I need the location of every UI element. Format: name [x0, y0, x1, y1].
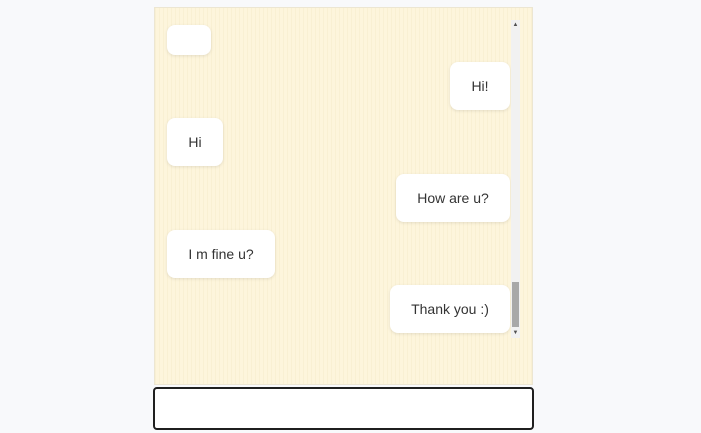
vertical-scrollbar[interactable]: ▲ ▼ — [511, 20, 520, 338]
message-bubble-received: Hi — [167, 118, 223, 166]
scroll-up-icon[interactable]: ▲ — [511, 20, 520, 30]
message-text: Hi! — [471, 78, 489, 94]
message-bubble-received: I m fine u? — [167, 230, 275, 278]
message-text: I m fine u? — [188, 246, 254, 262]
message-text: Hi — [188, 134, 202, 150]
scrollbar-thumb[interactable] — [512, 282, 519, 327]
message-bubble-sent: Thank you :) — [390, 285, 510, 333]
scroll-down-icon[interactable]: ▼ — [511, 328, 520, 338]
message-bubble-received — [167, 25, 211, 55]
message-text: How are u? — [417, 190, 489, 206]
message-text: Thank you :) — [411, 301, 489, 317]
chat-message-area[interactable]: Hi! Hi How are u? I m fine u? Thank you … — [154, 7, 533, 385]
message-bubble-sent: How are u? — [396, 174, 510, 222]
message-bubble-sent: Hi! — [450, 62, 510, 110]
chat-app: Hi! Hi How are u? I m fine u? Thank you … — [0, 0, 701, 433]
message-input[interactable] — [153, 387, 534, 430]
